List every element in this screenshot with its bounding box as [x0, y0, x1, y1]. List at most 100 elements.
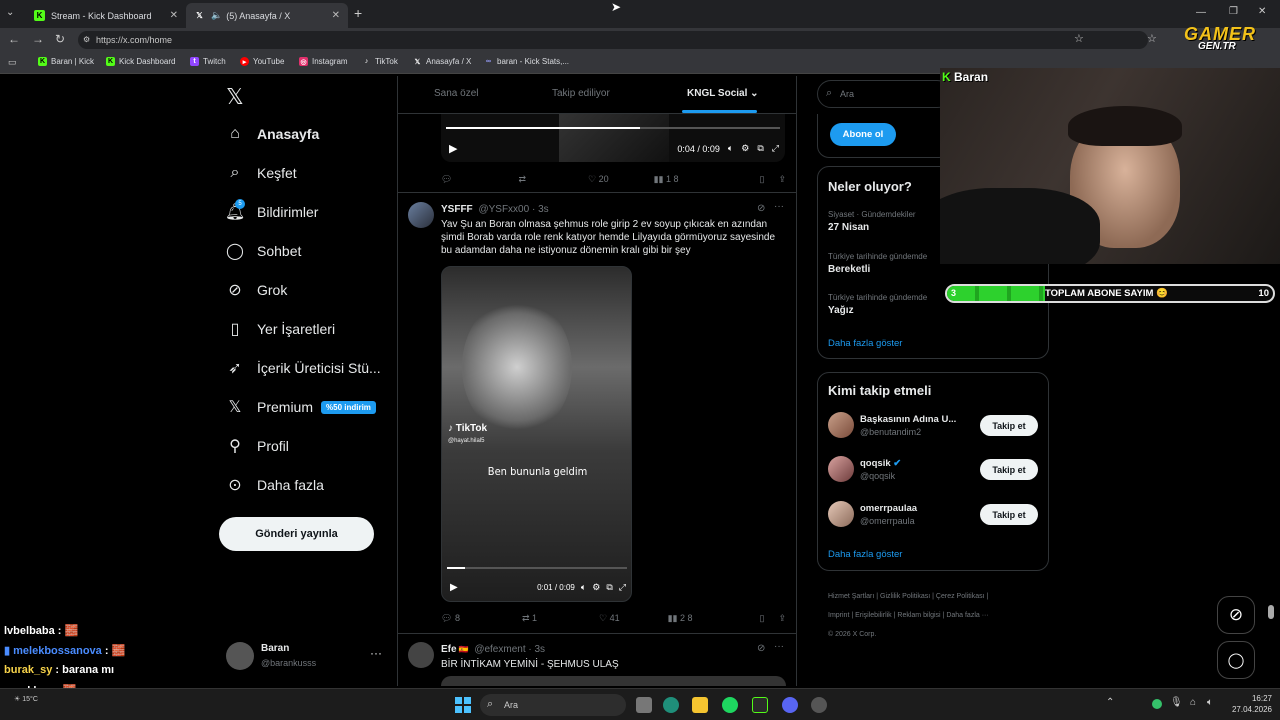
nav-item-grok[interactable]: ⊘ Grok	[226, 281, 287, 299]
streaming-app-icon[interactable]	[752, 697, 768, 713]
more-icon[interactable]: ···	[774, 201, 784, 212]
taskbar-search[interactable]: ⌕ Ara	[480, 694, 626, 716]
nav-item-profile[interactable]: ⚲ Profil	[226, 437, 289, 455]
grok-icon[interactable]: ⊘	[757, 203, 765, 214]
retweet-icon[interactable]: ⇄	[518, 174, 526, 185]
search-input[interactable]: ⌕ Ara	[817, 80, 951, 108]
show-more-link[interactable]: Daha fazla göster	[828, 549, 902, 560]
bookmark-youtube[interactable]: ▸ YouTube	[240, 57, 284, 66]
views-button[interactable]: ▮▮ 1 8	[654, 174, 679, 185]
avatar[interactable]	[408, 202, 434, 228]
tab-list-chevron-icon[interactable]: ⌄	[6, 7, 14, 18]
video-progress-track[interactable]	[446, 127, 780, 129]
footer-link[interactable]: Daha fazla ···	[946, 612, 988, 619]
discord-icon[interactable]	[782, 697, 798, 713]
video-player[interactable]: ▶ 0:04 / 0:09 🔈︎ ⚙ ⧉ ⤢	[441, 114, 785, 162]
views-button[interactable]: ▮▮ 2 8	[668, 613, 693, 624]
pip-icon[interactable]: ⧉	[757, 143, 763, 154]
suggested-user[interactable]: qoqsik ✔ @qoqsik	[828, 456, 901, 482]
file-explorer-icon[interactable]	[692, 697, 708, 713]
bookmark-kick-dashboard[interactable]: K Kick Dashboard	[106, 57, 175, 66]
messages-floating-button[interactable]: ◯	[1217, 641, 1255, 679]
account-switcher[interactable]: Baran @barankusss ···	[226, 640, 386, 672]
bookmark-instagram[interactable]: ◎ Instagram	[299, 57, 348, 66]
close-icon[interactable]: ✕	[170, 10, 178, 21]
nav-item-more[interactable]: ⊙ Daha fazla	[226, 476, 324, 494]
back-icon[interactable]: ←	[8, 32, 20, 46]
tweet-author-handle[interactable]: @YSFxx00 · 3s	[478, 204, 548, 215]
like-button[interactable]: ♡ 41	[599, 613, 620, 624]
post-button[interactable]: Gönderi yayınla	[219, 517, 374, 551]
footer-link[interactable]: Çerez Politikası	[936, 593, 985, 600]
share-icon[interactable]: ⇪	[778, 613, 786, 624]
volume-icon[interactable]: 🔈︎	[1207, 697, 1213, 708]
close-icon[interactable]: ✕	[332, 10, 340, 21]
footer-link[interactable]: Imprint	[828, 612, 849, 619]
fullscreen-icon[interactable]: ⤢	[619, 582, 626, 593]
window-close-button[interactable]: ✕	[1258, 6, 1266, 17]
footer-link[interactable]: Reklam bilgisi	[897, 612, 940, 619]
grok-icon[interactable]: ⊘	[757, 643, 765, 654]
tweet-author-handle[interactable]: @efexment · 3s	[474, 644, 545, 655]
chevron-up-icon[interactable]: ⌃	[1106, 697, 1114, 708]
trend-item[interactable]: Türkiye tarihinde gündemde Yağız	[828, 293, 927, 316]
tweet-author-name[interactable]: Efe	[441, 644, 457, 655]
reply-button[interactable]: 💬︎ 8	[441, 613, 460, 624]
suggested-user[interactable]: omerrpaulaa @omerrpaula	[828, 501, 917, 527]
tab-following[interactable]: Takip ediliyor	[552, 88, 610, 99]
share-icon[interactable]: ⇪	[778, 174, 786, 185]
x-logo-icon[interactable]: 𝕏	[226, 84, 244, 110]
scrollbar-thumb[interactable]	[1268, 605, 1274, 619]
more-icon[interactable]: ···	[774, 641, 784, 652]
weather-widget[interactable]: ☀ 15°C	[14, 695, 38, 703]
follow-button[interactable]: Takip et	[980, 415, 1038, 436]
nav-item-explore[interactable]: ⌕ Keşfet	[226, 164, 297, 182]
suggested-user[interactable]: Başkasının Adına U... @benutandim2	[828, 412, 956, 438]
microphone-icon[interactable]: 🎙︎	[1170, 697, 1183, 708]
tab-for-you[interactable]: Sana özel	[434, 88, 478, 99]
fullscreen-icon[interactable]: ⤢	[772, 143, 779, 154]
bookmark-tiktok[interactable]: ♪ TikTok	[362, 57, 398, 66]
site-info-icon[interactable]: ⚙	[83, 35, 90, 44]
nav-item-bookmarks[interactable]: ▯ Yer İşaretleri	[226, 320, 335, 338]
more-icon[interactable]: ···	[370, 646, 382, 660]
minimize-button[interactable]: —	[1196, 7, 1206, 18]
status-icon[interactable]	[1152, 699, 1162, 709]
network-icon[interactable]: ⌂	[1190, 697, 1196, 708]
bookmark-kick-stats[interactable]: ∞ baran - Kick Stats,...	[484, 57, 569, 66]
tab-kngl-social[interactable]: KNGL Social ⌄	[687, 88, 759, 99]
nav-item-premium[interactable]: 𝕏 Premium %50 indirim	[226, 398, 376, 416]
settings-icon[interactable]: ⚙	[592, 582, 600, 593]
obs-icon[interactable]	[811, 697, 827, 713]
video-progress-track[interactable]	[447, 567, 627, 569]
avatar[interactable]	[408, 642, 434, 668]
tweet-video[interactable]: ♪ TikTok @hayat.hilal5 Ben bununla geldi…	[441, 266, 632, 602]
forward-icon[interactable]: →	[32, 32, 44, 46]
tab-kick-dashboard[interactable]: K Stream - Kick Dashboard ✕	[26, 3, 186, 28]
footer-link[interactable]: Erişilebilirlik	[855, 612, 892, 619]
tweet-author-name[interactable]: YSFFF	[441, 204, 473, 215]
spotify-icon[interactable]	[722, 697, 738, 713]
bookmark-icon[interactable]: ▯	[760, 174, 765, 185]
reply-icon[interactable]: 💬︎	[441, 174, 452, 185]
new-tab-button[interactable]: +	[354, 5, 362, 21]
nav-item-chat[interactable]: ◯ Sohbet	[226, 242, 301, 260]
footer-link[interactable]: Gizlilik Politikası	[880, 593, 930, 600]
bookmark-twitch[interactable]: t Twitch	[190, 57, 226, 66]
tab-x-home[interactable]: 𝕏 🔈 (5) Anasayfa / X ✕	[186, 3, 348, 28]
bookmark-baran-kick[interactable]: K Baran | Kick	[38, 57, 94, 66]
volume-icon[interactable]: 🔈︎	[728, 143, 733, 154]
favorites-icon[interactable]: ☆	[1147, 32, 1157, 45]
clock[interactable]: 16:27 27.04.2026	[1228, 693, 1272, 715]
bookmark-x[interactable]: 𝕏 Anasayfa / X	[413, 57, 472, 66]
nav-item-creator-studio[interactable]: ➶ İçerik Üreticisi Stü...	[226, 359, 380, 377]
like-button[interactable]: ♡ 20	[588, 174, 609, 185]
bookmarks-menu-icon[interactable]: ▭	[8, 57, 17, 68]
footer-link[interactable]: Hizmet Şartları	[828, 593, 874, 600]
follow-button[interactable]: Takip et	[980, 459, 1038, 480]
settings-icon[interactable]: ⚙	[741, 143, 749, 154]
start-button[interactable]	[455, 697, 471, 713]
bookmark-icon[interactable]: ▯	[760, 613, 765, 624]
maximize-button[interactable]: ❐	[1229, 6, 1238, 17]
trend-item[interactable]: Siyaset · Gündemdekiler 27 Nisan	[828, 210, 916, 233]
